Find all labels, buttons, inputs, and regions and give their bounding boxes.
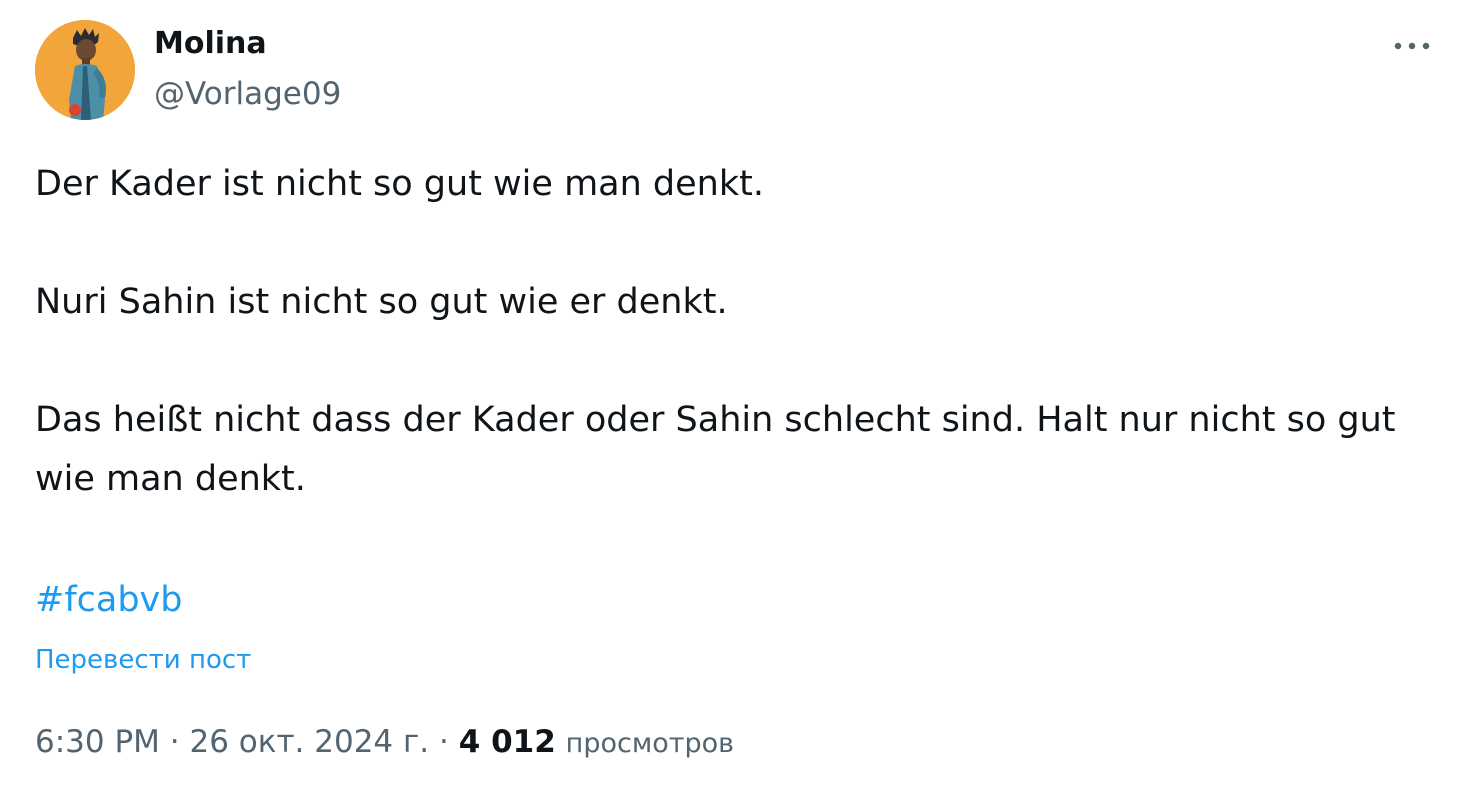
tweet-date[interactable]: 26 окт. 2024 г. — [190, 724, 430, 760]
tweet-paragraph: Nuri Sahin ist nicht so gut wie er denkt… — [35, 282, 728, 322]
tweet-paragraph: Das heißt nicht dass der Kader oder Sahi… — [35, 400, 1396, 499]
tweet-paragraph: Der Kader ist nicht so gut wie man denkt… — [35, 164, 764, 204]
more-horizontal-icon — [1394, 42, 1430, 50]
tweet-time[interactable]: 6:30 PM — [35, 724, 160, 760]
more-options-button[interactable] — [1388, 24, 1436, 68]
meta-separator: · — [169, 724, 180, 760]
views-label: просмотров — [565, 728, 735, 759]
meta-separator: · — [439, 724, 449, 760]
tweet-text: Der Kader ist nicht so gut wie man denkt… — [35, 155, 1425, 568]
tweet-card: Molina @Vorlage09 Der Kader ist nicht so… — [0, 0, 1460, 792]
avatar-illustration-icon — [35, 20, 135, 120]
views-count: 4 012 — [458, 724, 556, 760]
hashtag-link[interactable]: #fcabvb — [35, 571, 183, 630]
author-name[interactable]: Molina — [154, 24, 267, 64]
tweet-meta: 6:30 PM · 26 окт. 2024 г. · 4 012 просмо… — [35, 720, 734, 766]
translate-post-link[interactable]: Перевести пост — [35, 640, 251, 680]
author-handle[interactable]: @Vorlage09 — [154, 74, 341, 114]
avatar[interactable] — [35, 20, 135, 120]
